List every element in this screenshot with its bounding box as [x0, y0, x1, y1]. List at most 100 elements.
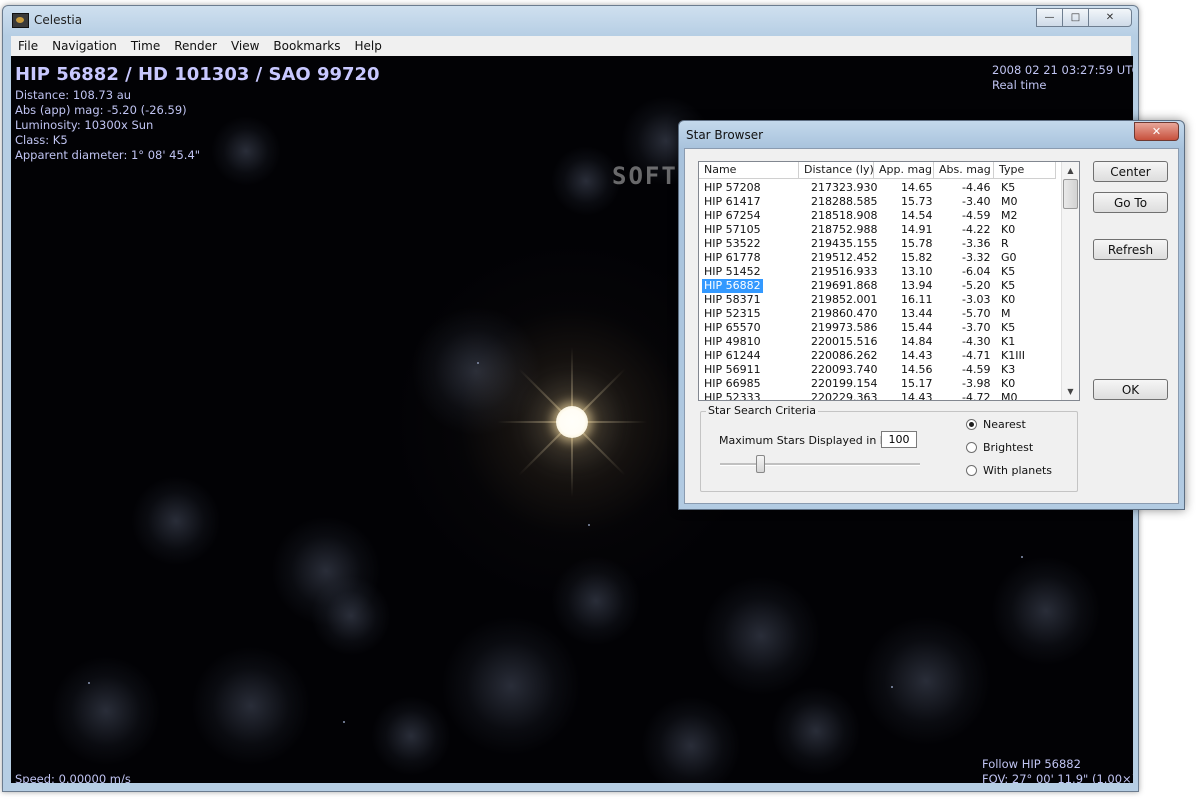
cell-distance: 218288.585 — [811, 195, 878, 208]
close-icon[interactable]: ✕ — [1134, 122, 1179, 141]
table-row[interactable]: HIP 65570 219973.586 15.44 -3.70 K5 — [699, 321, 1061, 335]
scroll-up-icon[interactable]: ▲ — [1062, 162, 1079, 179]
table-row[interactable]: HIP 56882 219691.868 13.94 -5.20 K5 — [699, 279, 1061, 293]
table-row[interactable]: HIP 51452 219516.933 13.10 -6.04 K5 — [699, 265, 1061, 279]
cell-name: HIP 56911 — [704, 363, 761, 376]
cell-app-mag: 13.94 — [901, 279, 933, 292]
table-row[interactable]: HIP 58371 219852.001 16.11 -3.03 K0 — [699, 293, 1061, 307]
maximize-icon[interactable]: □ — [1062, 8, 1089, 27]
table-row[interactable]: HIP 61778 219512.452 15.82 -3.32 G0 — [699, 251, 1061, 265]
cell-name: HIP 61778 — [704, 251, 761, 264]
column-header-distance[interactable]: Distance (ly) — [799, 162, 874, 179]
column-header-type[interactable]: Type — [994, 162, 1056, 179]
table-row[interactable]: HIP 67254 218518.908 14.54 -4.59 M2 — [699, 209, 1061, 223]
cell-app-mag: 14.43 — [901, 349, 933, 362]
cell-abs-mag: -6.04 — [962, 265, 991, 278]
ok-button[interactable]: OK — [1093, 379, 1168, 400]
max-stars-slider-track[interactable] — [720, 463, 920, 466]
cell-abs-mag: -4.71 — [962, 349, 991, 362]
cell-type: K0 — [1001, 293, 1016, 306]
nebula-glow — [211, 116, 281, 186]
column-header-abs-mag[interactable]: Abs. mag — [934, 162, 994, 179]
menu-view[interactable]: View — [224, 39, 266, 53]
column-header-name[interactable]: Name — [699, 162, 799, 179]
title-bar[interactable]: Celestia — □ ✕ — [3, 6, 1138, 34]
cell-distance: 218518.908 — [811, 209, 878, 222]
table-row[interactable]: HIP 66985 220199.154 15.17 -3.98 K0 — [699, 377, 1061, 391]
radio-with-planets[interactable] — [966, 465, 977, 476]
cell-name: HIP 66985 — [704, 377, 761, 390]
selected-star[interactable] — [556, 406, 588, 438]
cell-name: HIP 61417 — [704, 195, 761, 208]
max-stars-input[interactable]: 100 — [881, 431, 917, 448]
cell-abs-mag: -3.98 — [962, 377, 991, 390]
menu-help[interactable]: Help — [347, 39, 388, 53]
cell-app-mag: 15.17 — [901, 377, 933, 390]
nebula-glow — [771, 686, 861, 776]
window-controls: — □ ✕ — [1036, 8, 1132, 27]
scroll-thumb[interactable] — [1063, 179, 1078, 209]
table-row[interactable]: HIP 52333 220229.363 14.43 -4.72 M0 — [699, 391, 1061, 401]
cell-distance: 219512.452 — [811, 251, 878, 264]
hud-luminosity: Luminosity: 10300x Sun — [15, 118, 154, 132]
table-row[interactable]: HIP 49810 220015.516 14.84 -4.30 K1 — [699, 335, 1061, 349]
goto-button[interactable]: Go To — [1093, 192, 1168, 213]
table-row[interactable]: HIP 57105 218752.988 14.91 -4.22 K0 — [699, 223, 1061, 237]
list-scrollbar[interactable]: ▲ ▼ — [1061, 162, 1079, 400]
column-header-app-mag[interactable]: App. mag — [874, 162, 934, 179]
nebula-glow — [51, 656, 161, 766]
table-row[interactable]: HIP 52315 219860.470 13.44 -5.70 M — [699, 307, 1061, 321]
hud-apparent-diameter: Apparent diameter: 1° 08' 45.4" — [15, 148, 201, 162]
cell-app-mag: 15.44 — [901, 321, 933, 334]
window-title: Celestia — [34, 13, 83, 27]
radio-nearest[interactable] — [966, 419, 977, 430]
cell-abs-mag: -5.70 — [962, 307, 991, 320]
star-list[interactable]: Name Distance (ly) App. mag Abs. mag Typ… — [698, 161, 1080, 401]
hud-time-mode: Real time — [992, 78, 1047, 92]
cell-name: HIP 51452 — [704, 265, 761, 278]
cell-abs-mag: -4.22 — [962, 223, 991, 236]
cell-distance: 220199.154 — [811, 377, 878, 390]
cell-app-mag: 16.11 — [901, 293, 933, 306]
cell-distance: 219973.586 — [811, 321, 878, 334]
cell-name: HIP 67254 — [704, 209, 761, 222]
cell-distance: 219516.933 — [811, 265, 878, 278]
menu-render[interactable]: Render — [167, 39, 224, 53]
refresh-button[interactable]: Refresh — [1093, 239, 1168, 260]
search-criteria-label: Star Search Criteria — [706, 404, 819, 417]
radio-brightest[interactable] — [966, 442, 977, 453]
cell-name: HIP 49810 — [704, 335, 761, 348]
minimize-icon[interactable]: — — [1036, 8, 1063, 27]
distant-star — [891, 686, 893, 688]
cell-type: M0 — [1001, 391, 1018, 401]
cell-abs-mag: -3.32 — [962, 251, 991, 264]
menu-time[interactable]: Time — [124, 39, 167, 53]
hud-class: Class: K5 — [15, 133, 68, 147]
cell-app-mag: 13.44 — [901, 307, 933, 320]
cell-name: HIP 57105 — [704, 223, 761, 236]
menu-navigation[interactable]: Navigation — [45, 39, 124, 53]
cell-type: M0 — [1001, 195, 1018, 208]
cell-name: HIP 53522 — [704, 237, 761, 250]
table-row[interactable]: HIP 61417 218288.585 15.73 -3.40 M0 — [699, 195, 1061, 209]
table-row[interactable]: HIP 61244 220086.262 14.43 -4.71 K1III — [699, 349, 1061, 363]
table-row[interactable]: HIP 53522 219435.155 15.78 -3.36 R — [699, 237, 1061, 251]
max-stars-slider-thumb[interactable] — [756, 455, 765, 473]
cell-abs-mag: -4.72 — [962, 391, 991, 401]
cell-name: HIP 65570 — [704, 321, 761, 334]
cell-type: K1 — [1001, 335, 1016, 348]
close-icon[interactable]: ✕ — [1088, 8, 1132, 27]
menu-bookmarks[interactable]: Bookmarks — [266, 39, 347, 53]
center-button[interactable]: Center — [1093, 161, 1168, 182]
menu-file[interactable]: File — [11, 39, 45, 53]
cell-type: K1III — [1001, 349, 1025, 362]
table-row[interactable]: HIP 56911 220093.740 14.56 -4.59 K3 — [699, 363, 1061, 377]
cell-name: HIP 57208 — [704, 181, 761, 194]
scroll-down-icon[interactable]: ▼ — [1062, 383, 1079, 400]
hud-speed: Speed: 0.00000 m/s — [15, 772, 131, 783]
object-name: HIP 56882 / HD 101303 / SAO 99720 — [15, 64, 380, 85]
hud-datetime: 2008 02 21 03:27:59 UTC — [992, 63, 1133, 77]
cell-app-mag: 14.65 — [901, 181, 933, 194]
table-row[interactable]: HIP 57208 217323.930 14.65 -4.46 K5 — [699, 181, 1061, 195]
cell-abs-mag: -4.30 — [962, 335, 991, 348]
